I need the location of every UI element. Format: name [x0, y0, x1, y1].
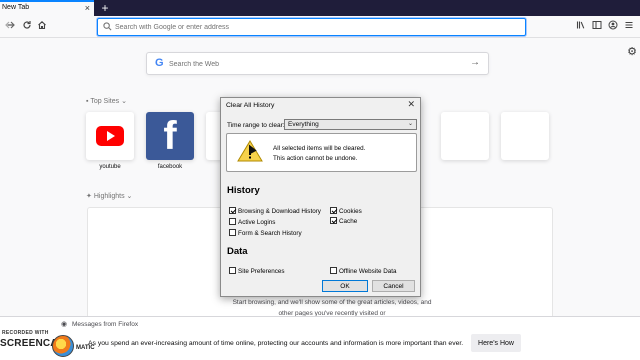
active-logins-checkbox[interactable]: Active Logins: [229, 218, 275, 226]
close-icon[interactable]: ✕: [407, 99, 415, 110]
heres-how-button[interactable]: Here's How: [471, 334, 521, 352]
dialog-title: Clear All History: [226, 102, 275, 109]
screencast-watermark: RECORDED WITH SCREENCAST MATIC: [0, 330, 105, 360]
site-preferences-checkbox[interactable]: Site Preferences: [229, 267, 285, 275]
checkbox-checked[interactable]: [330, 207, 337, 214]
sidebar-icon[interactable]: [590, 20, 604, 34]
chevron-down-icon: ⌄: [407, 121, 413, 127]
warning-box: All selected items will be cleared. This…: [226, 133, 417, 172]
close-tab-icon[interactable]: ×: [85, 3, 90, 13]
web-search-input[interactable]: [169, 57, 459, 71]
new-tab-button[interactable]: +: [98, 0, 112, 16]
cancel-button[interactable]: Cancel: [372, 280, 415, 292]
google-logo-icon: G: [155, 57, 164, 69]
hamburger-menu-icon[interactable]: [622, 20, 636, 34]
clear-history-dialog: Clear All History ✕ Time range to clear:…: [220, 97, 421, 297]
top-site-label: facebook: [157, 164, 183, 170]
checkbox-checked[interactable]: [229, 207, 236, 214]
top-sites-icon: ▪: [86, 98, 89, 105]
checkbox-unchecked[interactable]: [229, 218, 236, 225]
tab-new-tab[interactable]: New Tab ×: [0, 0, 94, 16]
arrow-right-icon[interactable]: [4, 20, 18, 34]
url-input[interactable]: [115, 20, 515, 34]
cache-checkbox[interactable]: Cache: [330, 217, 357, 225]
form-search-history-checkbox[interactable]: Form & Search History: [229, 229, 302, 237]
browsing-download-history-checkbox[interactable]: Browsing & Download History: [229, 207, 321, 215]
facebook-logo-icon: f: [163, 114, 177, 158]
message-body: As you spend an ever-increasing amount o…: [88, 340, 464, 347]
top-site-empty[interactable]: [441, 112, 489, 160]
warning-text: This action cannot be undone.: [273, 155, 358, 162]
history-heading: History: [227, 185, 260, 196]
gear-icon[interactable]: ⚙: [627, 45, 637, 58]
top-site-empty[interactable]: [501, 112, 549, 160]
cookies-checkbox[interactable]: Cookies: [330, 207, 362, 215]
firefox-icon: ◉: [61, 321, 68, 328]
url-bar[interactable]: [97, 18, 526, 36]
checkbox-unchecked[interactable]: [330, 267, 337, 274]
ok-button[interactable]: OK: [322, 280, 368, 292]
chevron-down-icon: ⌄: [126, 193, 133, 200]
top-site-youtube[interactable]: [86, 112, 134, 160]
library-icon[interactable]: [574, 20, 588, 34]
top-sites-heading[interactable]: ▪ Top Sites ⌄: [86, 97, 127, 105]
checkbox-unchecked[interactable]: [229, 267, 236, 274]
navigation-toolbar: [0, 16, 640, 38]
arrow-right-icon[interactable]: →: [470, 57, 480, 68]
account-icon[interactable]: [606, 20, 620, 34]
reload-icon[interactable]: [20, 20, 34, 34]
checkbox-unchecked[interactable]: [229, 229, 236, 236]
search-icon: [103, 22, 112, 33]
data-heading: Data: [227, 246, 248, 257]
warning-text: All selected items will be cleared.: [273, 145, 366, 152]
web-search-box[interactable]: G →: [146, 52, 489, 75]
top-site-label: youtube: [99, 164, 121, 170]
offline-website-data-checkbox[interactable]: Offline Website Data: [330, 267, 397, 275]
highlights-icon: ✦: [86, 193, 92, 200]
highlights-heading[interactable]: ✦ Highlights ⌄: [86, 192, 132, 200]
time-range-select[interactable]: Everything ⌄: [284, 119, 417, 130]
tab-strip: New Tab × +: [0, 0, 640, 16]
home-icon[interactable]: [35, 20, 49, 34]
top-site-facebook[interactable]: f: [146, 112, 194, 160]
tab-title: New Tab: [2, 4, 30, 11]
message-title: Messages from Firefox: [72, 321, 139, 328]
checkbox-checked[interactable]: [330, 217, 337, 224]
time-range-label: Time range to clear:: [227, 122, 285, 129]
screencast-logo-icon: [52, 335, 74, 357]
chevron-down-icon: ⌄: [121, 98, 127, 105]
